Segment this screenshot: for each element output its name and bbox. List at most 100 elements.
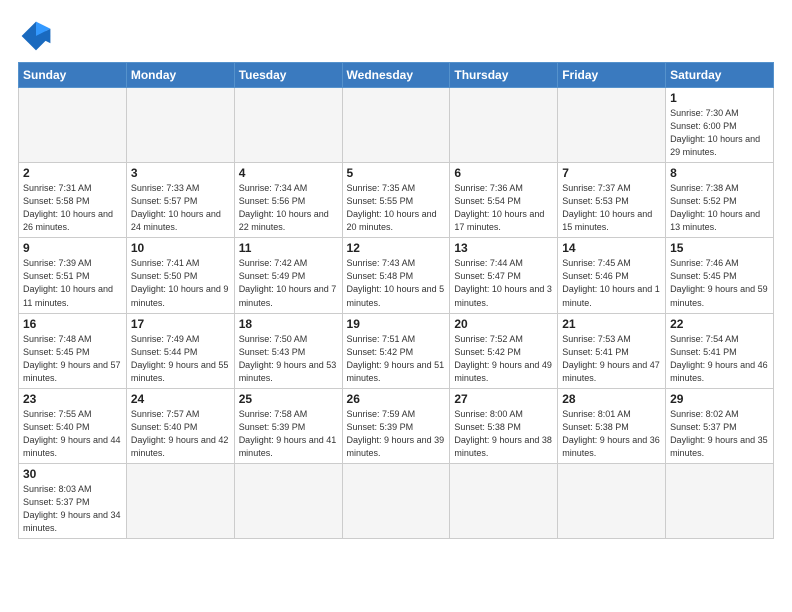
day-cell: 25Sunrise: 7:58 AM Sunset: 5:39 PM Dayli… [234,388,342,463]
day-info: Sunrise: 8:03 AM Sunset: 5:37 PM Dayligh… [23,483,122,535]
day-cell: 30 Sunrise: 8:03 AM Sunset: 5:37 PM Dayli… [19,463,127,538]
day-number: 3 [131,166,230,180]
day-info: Sunrise: 7:41 AM Sunset: 5:50 PM Dayligh… [131,257,230,309]
calendar: SundayMondayTuesdayWednesdayThursdayFrid… [18,62,774,539]
day-info: Sunrise: 7:31 AM Sunset: 5:58 PM Dayligh… [23,182,122,234]
day-info: Sunrise: 7:34 AM Sunset: 5:56 PM Dayligh… [239,182,338,234]
day-number: 17 [131,317,230,331]
day-cell: 7 Sunrise: 7:37 AM Sunset: 5:53 PM Daylig… [558,163,666,238]
weekday-header-monday: Monday [126,63,234,88]
week-row-5: 30 Sunrise: 8:03 AM Sunset: 5:37 PM Dayli… [19,463,774,538]
day-cell [342,463,450,538]
day-number: 10 [131,241,230,255]
day-number: 13 [454,241,553,255]
day-info: Sunrise: 7:37 AM Sunset: 5:53 PM Dayligh… [562,182,661,234]
week-row-3: 16Sunrise: 7:48 AM Sunset: 5:45 PM Dayli… [19,313,774,388]
day-info: Sunrise: 7:33 AM Sunset: 5:57 PM Dayligh… [131,182,230,234]
day-number: 23 [23,392,122,406]
weekday-header-sunday: Sunday [19,63,127,88]
weekday-header-tuesday: Tuesday [234,63,342,88]
day-number: 1 [670,91,769,105]
day-info: Sunrise: 8:00 AM Sunset: 5:38 PM Dayligh… [454,408,553,460]
logo [18,18,58,54]
day-cell: 10 Sunrise: 7:41 AM Sunset: 5:50 PM Dayli… [126,238,234,313]
day-number: 21 [562,317,661,331]
day-number: 22 [670,317,769,331]
day-number: 8 [670,166,769,180]
day-cell [126,88,234,163]
day-cell: 16Sunrise: 7:48 AM Sunset: 5:45 PM Dayli… [19,313,127,388]
day-cell: 4 Sunrise: 7:34 AM Sunset: 5:56 PM Daylig… [234,163,342,238]
day-info: Sunrise: 7:42 AM Sunset: 5:49 PM Dayligh… [239,257,338,309]
week-row-4: 23 Sunrise: 7:55 AM Sunset: 5:40 PM Dayli… [19,388,774,463]
day-cell: 12Sunrise: 7:43 AM Sunset: 5:48 PM Dayli… [342,238,450,313]
day-cell: 22 Sunrise: 7:54 AM Sunset: 5:41 PM Dayli… [666,313,774,388]
day-cell [234,88,342,163]
day-cell: 14 Sunrise: 7:45 AM Sunset: 5:46 PM Dayli… [558,238,666,313]
day-info: Sunrise: 7:35 AM Sunset: 5:55 PM Dayligh… [347,182,446,234]
day-info: Sunrise: 7:38 AM Sunset: 5:52 PM Dayligh… [670,182,769,234]
day-info: Sunrise: 8:01 AM Sunset: 5:38 PM Dayligh… [562,408,661,460]
day-number: 28 [562,392,661,406]
day-cell: 29 Sunrise: 8:02 AM Sunset: 5:37 PM Dayli… [666,388,774,463]
day-number: 12 [347,241,446,255]
day-cell: 26Sunrise: 7:59 AM Sunset: 5:39 PM Dayli… [342,388,450,463]
day-cell [126,463,234,538]
day-number: 11 [239,241,338,255]
day-number: 7 [562,166,661,180]
day-cell: 8 Sunrise: 7:38 AM Sunset: 5:52 PM Daylig… [666,163,774,238]
day-info: Sunrise: 7:45 AM Sunset: 5:46 PM Dayligh… [562,257,661,309]
day-cell: 15 Sunrise: 7:46 AM Sunset: 5:45 PM Dayli… [666,238,774,313]
day-number: 2 [23,166,122,180]
weekday-header-row: SundayMondayTuesdayWednesdayThursdayFrid… [19,63,774,88]
header [18,18,774,54]
day-info: Sunrise: 7:54 AM Sunset: 5:41 PM Dayligh… [670,333,769,385]
day-number: 19 [347,317,446,331]
day-cell: 21Sunrise: 7:53 AM Sunset: 5:41 PM Dayli… [558,313,666,388]
day-info: Sunrise: 7:49 AM Sunset: 5:44 PM Dayligh… [131,333,230,385]
day-cell: 24Sunrise: 7:57 AM Sunset: 5:40 PM Dayli… [126,388,234,463]
day-cell: 18Sunrise: 7:50 AM Sunset: 5:43 PM Dayli… [234,313,342,388]
day-number: 30 [23,467,122,481]
day-cell [234,463,342,538]
day-cell: 11 Sunrise: 7:42 AM Sunset: 5:49 PM Dayli… [234,238,342,313]
day-cell: 28 Sunrise: 8:01 AM Sunset: 5:38 PM Dayli… [558,388,666,463]
day-info: Sunrise: 7:58 AM Sunset: 5:39 PM Dayligh… [239,408,338,460]
day-number: 29 [670,392,769,406]
day-cell: 13Sunrise: 7:44 AM Sunset: 5:47 PM Dayli… [450,238,558,313]
day-cell: 6 Sunrise: 7:36 AM Sunset: 5:54 PM Daylig… [450,163,558,238]
day-cell [19,88,127,163]
day-number: 4 [239,166,338,180]
day-number: 6 [454,166,553,180]
day-number: 18 [239,317,338,331]
day-cell [558,463,666,538]
day-info: Sunrise: 7:46 AM Sunset: 5:45 PM Dayligh… [670,257,769,309]
day-number: 14 [562,241,661,255]
day-cell [450,88,558,163]
day-cell: 5Sunrise: 7:35 AM Sunset: 5:55 PM Daylig… [342,163,450,238]
day-cell: 17 Sunrise: 7:49 AM Sunset: 5:44 PM Dayli… [126,313,234,388]
day-cell: 3 Sunrise: 7:33 AM Sunset: 5:57 PM Daylig… [126,163,234,238]
weekday-header-thursday: Thursday [450,63,558,88]
day-number: 24 [131,392,230,406]
day-cell: 19 Sunrise: 7:51 AM Sunset: 5:42 PM Dayli… [342,313,450,388]
day-info: Sunrise: 7:30 AM Sunset: 6:00 PM Dayligh… [670,107,769,159]
day-info: Sunrise: 7:55 AM Sunset: 5:40 PM Dayligh… [23,408,122,460]
day-cell [342,88,450,163]
day-number: 16 [23,317,122,331]
day-cell: 2 Sunrise: 7:31 AM Sunset: 5:58 PM Daylig… [19,163,127,238]
day-number: 27 [454,392,553,406]
day-cell [558,88,666,163]
day-info: Sunrise: 7:36 AM Sunset: 5:54 PM Dayligh… [454,182,553,234]
day-number: 9 [23,241,122,255]
day-number: 15 [670,241,769,255]
week-row-0: 1 Sunrise: 7:30 AM Sunset: 6:00 PM Daylig… [19,88,774,163]
day-cell: 20Sunrise: 7:52 AM Sunset: 5:42 PM Dayli… [450,313,558,388]
week-row-1: 2 Sunrise: 7:31 AM Sunset: 5:58 PM Daylig… [19,163,774,238]
day-cell: 23 Sunrise: 7:55 AM Sunset: 5:40 PM Dayli… [19,388,127,463]
weekday-header-wednesday: Wednesday [342,63,450,88]
day-info: Sunrise: 7:39 AM Sunset: 5:51 PM Dayligh… [23,257,122,309]
day-info: Sunrise: 7:59 AM Sunset: 5:39 PM Dayligh… [347,408,446,460]
day-info: Sunrise: 7:51 AM Sunset: 5:42 PM Dayligh… [347,333,446,385]
day-info: Sunrise: 8:02 AM Sunset: 5:37 PM Dayligh… [670,408,769,460]
